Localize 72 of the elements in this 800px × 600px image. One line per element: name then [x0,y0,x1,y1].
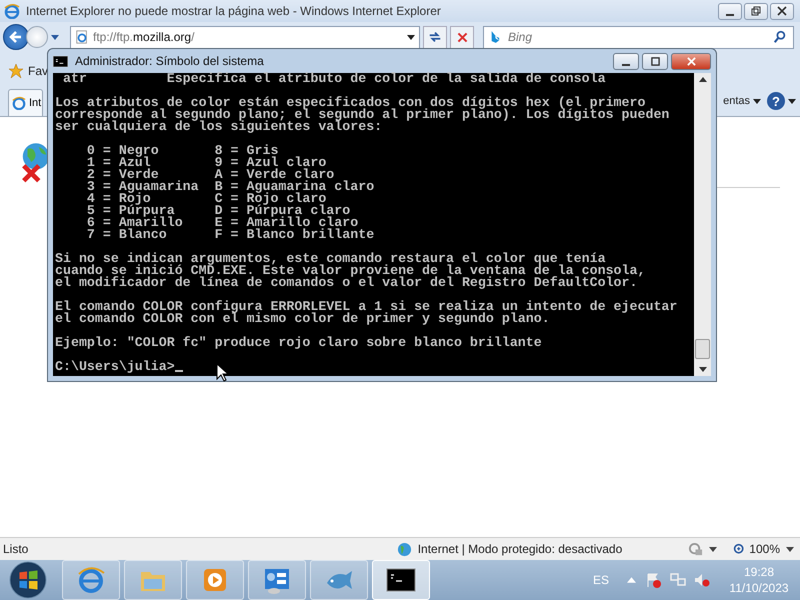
console-line: El comando COLOR configura ERRORLEVEL a 1 si se realiza un intento de ejecutar [55,301,678,313]
caret-down-icon[interactable] [698,367,706,372]
console-prompt: C:\Users\julia> [55,361,175,373]
help-button[interactable]: ? [767,92,785,110]
status-text: Listo [3,542,28,556]
page-icon [75,30,89,44]
maximize-button[interactable] [642,52,668,70]
console-line: 4 = Rojo C = Rojo claro [86,193,326,205]
browser-icon [76,565,106,595]
caret-icon [788,98,796,104]
close-icon [686,56,696,66]
speaker-muted-icon[interactable] [694,572,710,588]
console-line: 0 = Negro 8 = Gris [86,145,280,157]
favorites-button[interactable]: Fav [28,64,48,78]
search-icon[interactable] [773,30,787,44]
console-line: 3 = Aguamarina B = Aguamarina claro [86,181,376,193]
console-line: Ejemplo: "COLOR fc" produce rojo claro sobre blanco brillante [55,337,543,349]
search-field[interactable]: Bing [483,26,794,48]
minimize-icon [622,64,630,66]
minimize-icon [726,14,734,16]
console-line: cuando se inició CMD.EXE. Este valor proviene de la ventana de la consola, [55,265,646,277]
maximize-icon [650,56,660,66]
refresh-icon [428,30,442,44]
console-line: Si no se indican argumentos, este comando restaura el color que tenía [55,253,606,265]
console-line: ser cualquiera de los siguientes valores: [55,121,384,133]
console-line: 2 = Verde A = Verde claro [86,169,335,181]
taskbar-app[interactable] [372,560,430,600]
console-line: 6 = Amarillo E = Amarillo claro [86,217,358,229]
terminal-icon [53,56,68,66]
globe-icon [396,542,412,556]
text-cursor [174,370,183,372]
caret-icon[interactable] [407,34,415,40]
console-line: el comando COLOR con el mismo color de primer y segundo plano. [55,313,551,325]
minimize-button[interactable] [613,52,639,70]
console-line: el modificador de línea de comandos o el valor del Registro DefaultColor. [55,277,638,289]
refresh-button[interactable] [423,26,447,48]
scroll-thumb[interactable] [695,339,710,359]
scrollbar[interactable] [694,73,711,376]
back-button[interactable] [3,24,29,50]
console-line: 5 = Púrpura D = Púrpura claro [86,205,350,217]
caret-icon [786,546,794,552]
restore-icon [751,6,761,16]
forward-button[interactable] [26,26,48,48]
caret-icon [709,546,718,552]
browser-logo-icon [12,96,26,110]
zoom-button[interactable]: 100% [723,542,780,556]
restore-button[interactable] [744,2,768,20]
console-line: 7 = Blanco F = Blanco brillante [86,229,376,241]
star-icon [8,63,24,79]
console-line: 1 = Azul 9 = Azul claro [86,157,326,169]
stop-icon [456,30,468,44]
close-icon [777,6,787,16]
address-field[interactable]: ftp://ftp.mozilla.org/ [70,26,420,48]
browser-logo-icon [4,3,20,19]
arrow-left-icon [8,29,24,45]
search-engine-logo-icon [490,30,500,44]
close-button[interactable] [770,2,794,20]
window-title: Internet Explorer no puede mostrar la página web - Windows Internet Explorer [26,4,442,18]
caret-icon [753,98,761,104]
console-line: corresponde al segundo plano; el segundo al primer plano). Los dígitos pueden [55,109,670,121]
caret-up-icon[interactable] [698,77,706,82]
security-zone-text: Internet | Modo protegido: desactivado [418,542,622,556]
console-line: Los atributos de color están especificados con dos dígitos hex (el primero [55,97,646,109]
flag-error-icon[interactable] [646,572,662,588]
minimize-button[interactable] [718,2,742,20]
zoom-icon [733,542,746,556]
browser-tab[interactable]: Int [8,89,44,116]
tools-menu[interactable]: entas [723,95,750,107]
stop-button[interactable] [450,26,474,48]
console-line: atr Especifica el atributo de color de la salida de consola [62,73,607,85]
window-title: Administrador: Símbolo del sistema [75,54,264,68]
close-button[interactable] [671,52,711,70]
